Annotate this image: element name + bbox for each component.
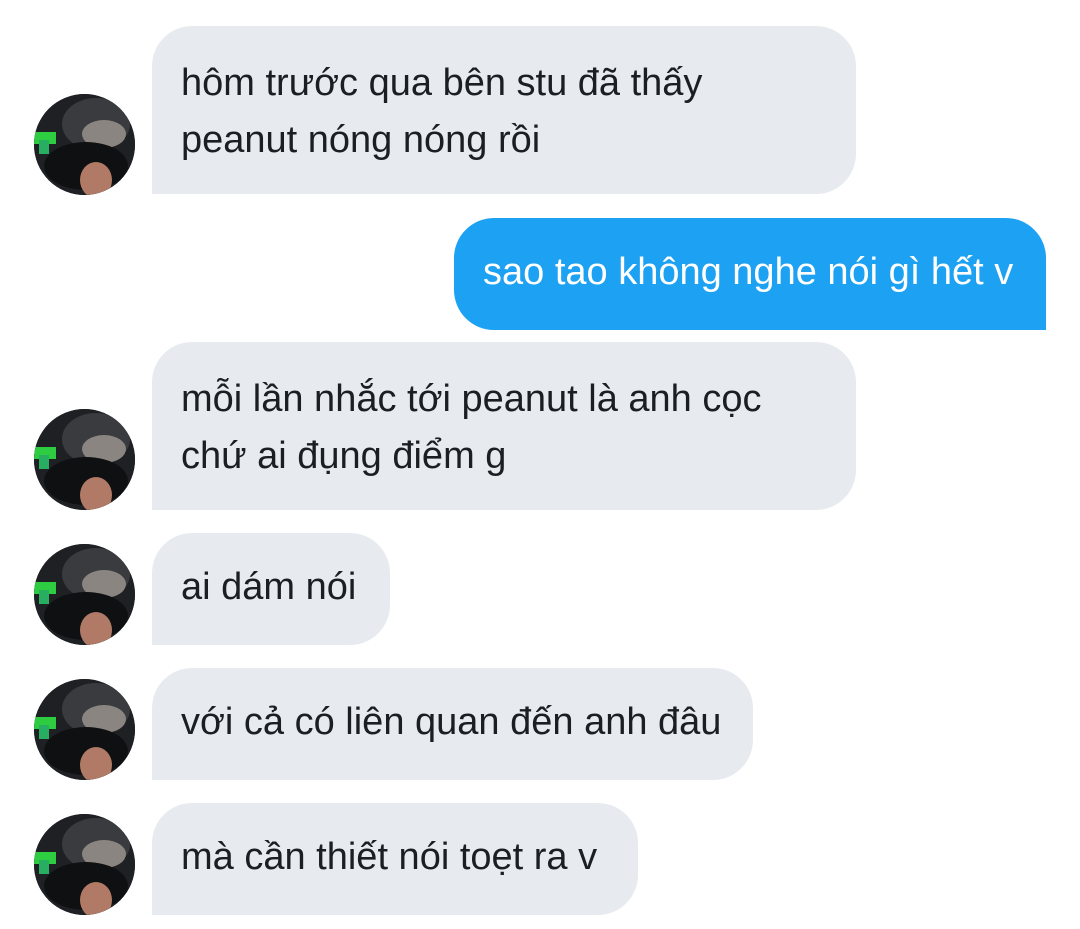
message-bubble[interactable]: sao tao không nghe nói gì hết v bbox=[454, 218, 1046, 330]
message-bubble[interactable]: với cả có liên quan đến anh đâu bbox=[152, 668, 753, 780]
chat-thread: hôm trước qua bên stu đã thấy peanut nón… bbox=[0, 0, 1080, 929]
message-bubble[interactable]: hôm trước qua bên stu đã thấy peanut nón… bbox=[152, 26, 856, 194]
avatar-photo-icon bbox=[34, 814, 135, 915]
message-bubble[interactable]: ai dám nói bbox=[152, 533, 390, 645]
avatar[interactable] bbox=[34, 679, 135, 780]
avatar[interactable] bbox=[34, 544, 135, 645]
avatar-photo-icon bbox=[34, 544, 135, 645]
avatar[interactable] bbox=[34, 94, 135, 195]
avatar-photo-icon bbox=[34, 409, 135, 510]
avatar[interactable] bbox=[34, 814, 135, 915]
avatar[interactable] bbox=[34, 409, 135, 510]
message-bubble[interactable]: mà cần thiết nói toẹt ra v bbox=[152, 803, 638, 915]
message-bubble[interactable]: mỗi lần nhắc tới peanut là anh cọc chứ a… bbox=[152, 342, 856, 510]
avatar-photo-icon bbox=[34, 94, 135, 195]
avatar-photo-icon bbox=[34, 679, 135, 780]
